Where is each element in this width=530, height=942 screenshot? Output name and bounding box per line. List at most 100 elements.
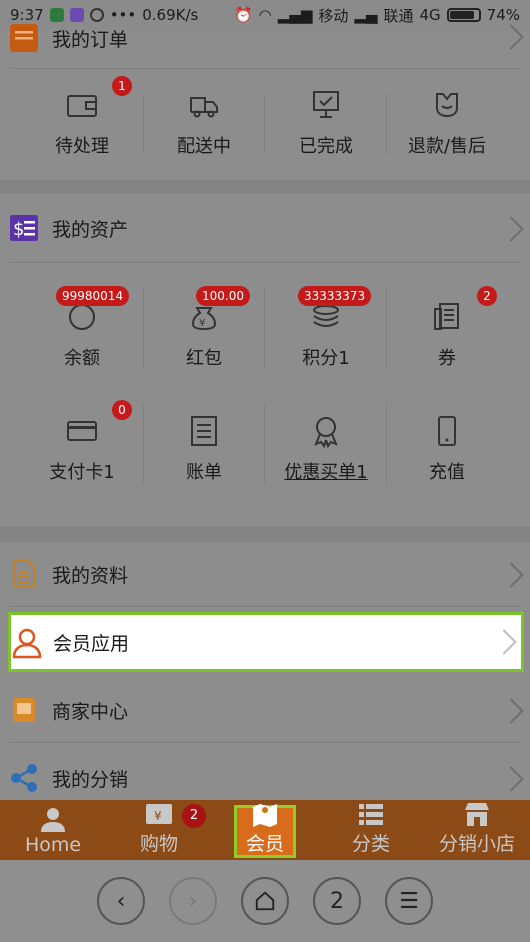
asset-bill-label: 账单 bbox=[186, 462, 222, 483]
section-gap bbox=[0, 526, 530, 542]
orders-icon bbox=[10, 24, 38, 52]
member-map-icon bbox=[253, 804, 277, 827]
card-icon bbox=[67, 421, 97, 441]
tab-category-label: 分类 bbox=[351, 833, 390, 855]
award-icon bbox=[314, 417, 338, 448]
check-display-icon bbox=[313, 91, 339, 118]
shop-icon bbox=[465, 803, 489, 826]
divider bbox=[264, 404, 265, 484]
order-pending-label: 待处理 bbox=[55, 136, 109, 157]
menu-member-apps[interactable]: 会员应用 bbox=[8, 612, 524, 672]
chevron-right-icon bbox=[498, 216, 524, 242]
menu-distribution[interactable]: 我的分销 bbox=[0, 756, 530, 800]
bill-icon bbox=[191, 416, 217, 446]
tab-shop[interactable]: 分销小店 bbox=[424, 800, 530, 860]
asset-points-label: 积分1 bbox=[302, 348, 350, 369]
menu-button[interactable]: ☰ bbox=[385, 877, 433, 925]
svg-text:¥: ¥ bbox=[154, 809, 162, 823]
tab-home-label: Home bbox=[24, 834, 82, 856]
divider bbox=[10, 742, 520, 743]
menu-merchant-center[interactable]: 商家中心 bbox=[0, 688, 530, 732]
asset-points[interactable]: 积分1 33333373 bbox=[266, 286, 386, 370]
menu-icon: ☰ bbox=[399, 888, 419, 914]
chevron-left-icon: ‹ bbox=[116, 888, 126, 914]
phone-icon bbox=[438, 416, 456, 446]
service-icon bbox=[436, 93, 458, 118]
chevron-right-icon bbox=[498, 698, 524, 724]
asset-recharge-label: 充值 bbox=[429, 462, 465, 483]
user-icon bbox=[12, 628, 42, 659]
divider bbox=[264, 95, 265, 153]
coupon-icon bbox=[434, 303, 459, 330]
order-shipping[interactable]: 配送中 bbox=[144, 88, 264, 158]
asset-coupon-label: 券 bbox=[438, 348, 456, 369]
menu-profile-label: 我的资料 bbox=[52, 564, 129, 587]
asset-pay-card-badge: 0 bbox=[112, 400, 132, 420]
asset-pay-card[interactable]: 支付卡1 0 bbox=[22, 400, 142, 484]
order-shipping-label: 配送中 bbox=[177, 136, 231, 157]
chevron-right-icon bbox=[491, 629, 517, 655]
back-button[interactable]: ‹ bbox=[97, 877, 145, 925]
home-button[interactable] bbox=[241, 877, 289, 925]
order-pending[interactable]: 待处理 1 bbox=[22, 76, 142, 158]
truck-icon bbox=[190, 97, 218, 118]
menu-merchant-center-label: 商家中心 bbox=[52, 700, 129, 723]
asset-coupon-badge: 2 bbox=[477, 286, 497, 306]
tab-cart[interactable]: ¥ 购物 2 bbox=[106, 800, 212, 860]
tab-member[interactable]: 会员 bbox=[212, 800, 318, 860]
asset-balance[interactable]: 余额 99980014 bbox=[22, 286, 142, 370]
asset-recharge[interactable]: 充值 bbox=[387, 414, 507, 484]
divider bbox=[10, 262, 520, 263]
divider bbox=[10, 68, 520, 69]
order-pending-badge: 1 bbox=[112, 76, 132, 96]
tab-home[interactable]: Home bbox=[0, 800, 106, 860]
asset-pay-card-label: 支付卡1 bbox=[49, 462, 115, 483]
tabs-button[interactable]: 2 bbox=[313, 877, 361, 925]
asset-coupon[interactable]: 券 2 bbox=[387, 286, 507, 370]
order-completed[interactable]: 已完成 bbox=[266, 88, 386, 158]
menu-profile[interactable]: 我的资料 bbox=[0, 552, 530, 596]
orders-title: 我的订单 bbox=[52, 28, 129, 51]
tab-category[interactable]: 分类 bbox=[318, 800, 424, 860]
asset-balance-label: 余额 bbox=[64, 348, 100, 369]
wallet-icon bbox=[67, 95, 97, 117]
forward-button[interactable]: › bbox=[169, 877, 217, 925]
asset-bill[interactable]: 账单 bbox=[144, 414, 264, 484]
asset-discount-pay[interactable]: 优惠买单1 bbox=[266, 414, 386, 484]
assets-header[interactable]: $ 我的资产 bbox=[0, 206, 530, 250]
main-content: 我的订单 待处理 1 配送中 已完成 退款/售后 $ 我的资产 余额 99980… bbox=[0, 24, 530, 800]
document-icon bbox=[13, 560, 35, 588]
svg-text:$: $ bbox=[13, 219, 24, 240]
cart-icon: ¥ bbox=[146, 804, 172, 824]
chevron-right-icon bbox=[498, 562, 524, 588]
assets-icon: $ bbox=[10, 215, 38, 241]
asset-red-packet[interactable]: ¥ 红包 100.00 bbox=[144, 286, 264, 370]
tab-member-label: 会员 bbox=[245, 833, 284, 855]
chevron-right-icon bbox=[498, 24, 524, 50]
chevron-right-icon: › bbox=[188, 888, 198, 914]
share-icon bbox=[11, 764, 37, 792]
assets-title: 我的资产 bbox=[52, 218, 129, 241]
bottom-tab-bar: Home ¥ 购物 2 会员 分类 分销小店 bbox=[0, 800, 530, 860]
store-icon bbox=[13, 698, 35, 722]
home-icon bbox=[255, 891, 275, 911]
menu-member-apps-label: 会员应用 bbox=[53, 632, 130, 655]
list-icon bbox=[359, 804, 383, 825]
section-gap bbox=[0, 180, 530, 194]
order-completed-label: 已完成 bbox=[299, 136, 353, 157]
menu-distribution-label: 我的分销 bbox=[52, 768, 129, 791]
app-screen: 9:37 ••• 0.69K/s ⏰ ◠ ▂▄▆ 移动 ▂▄ 联通 4G 74% bbox=[0, 0, 530, 942]
tab-shop-label: 分销小店 bbox=[438, 833, 515, 855]
asset-points-badge: 33333373 bbox=[298, 286, 372, 306]
user-icon bbox=[41, 808, 65, 832]
asset-red-packet-label: 红包 bbox=[186, 348, 222, 369]
orders-header[interactable]: 我的订单 bbox=[0, 18, 530, 58]
asset-red-packet-badge: 100.00 bbox=[196, 286, 250, 306]
tab-cart-badge: 2 bbox=[182, 804, 206, 828]
order-refund-label: 退款/售后 bbox=[407, 136, 487, 157]
asset-balance-badge: 99980014 bbox=[56, 286, 130, 306]
svg-text:¥: ¥ bbox=[199, 318, 205, 329]
order-refund[interactable]: 退款/售后 bbox=[387, 88, 507, 158]
browser-controls: ‹ › 2 ☰ bbox=[0, 860, 530, 942]
asset-discount-pay-label[interactable]: 优惠买单1 bbox=[266, 458, 386, 484]
